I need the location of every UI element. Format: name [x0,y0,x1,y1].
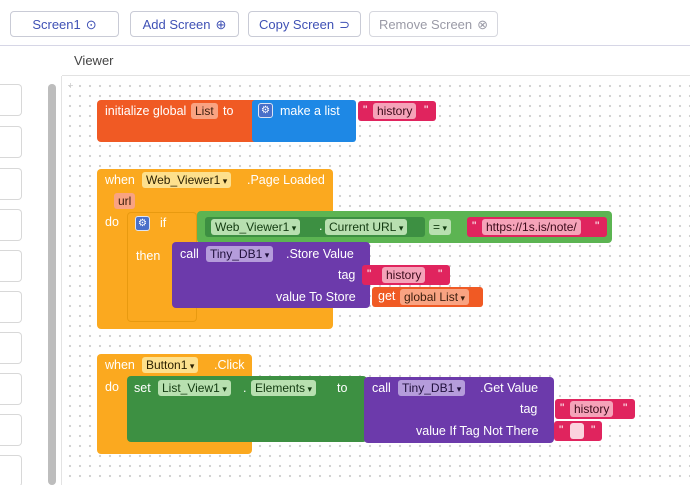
button-component-dropdown[interactable]: Button1 [142,357,199,373]
chevron-down-circle-icon: ⊙ [85,16,97,32]
remove-screen-button[interactable]: Remove Screen ⊗ [369,11,498,37]
quote-open-icon: " [472,219,477,233]
event-component-dropdown[interactable]: Web_Viewer1 [142,172,232,188]
copy-screen-button[interactable]: Copy Screen ⊃ [248,11,361,37]
quote-open-icon: " [367,267,372,281]
db-component-dropdown[interactable]: Tiny_DB1 [206,246,274,262]
url-component-dropdown[interactable]: Web_Viewer1 [211,219,301,235]
db-component-dropdown[interactable]: Tiny_DB1 [398,380,466,396]
viewer-header: Viewer [62,46,690,76]
empty-text-value[interactable] [570,423,584,439]
store-value-block[interactable]: call Tiny_DB1 .Store Value tag value To … [172,242,370,308]
tag-text-value[interactable]: history [570,401,614,417]
global-var-name-field[interactable]: List [191,103,218,119]
plus-circle-icon: ⊕ [215,16,227,32]
panel-item[interactable] [0,455,22,485]
do-label: do [105,215,119,229]
scrollbar-thumb[interactable] [48,84,56,485]
operator-dropdown[interactable]: = [429,219,452,235]
when-label: when [105,358,135,372]
panel-item[interactable] [0,168,22,200]
call-label: call [372,381,391,395]
quote-close-icon: " [591,423,596,437]
event-name-label: .Page Loaded [247,173,325,187]
elements-property-dropdown[interactable]: Elements [251,380,317,396]
quote-close-icon: " [623,401,628,415]
screen-select-label: Screen1 [32,16,81,32]
quote-open-icon: " [559,423,564,437]
close-circle-icon: ⊗ [477,16,489,32]
quote-close-icon: " [424,103,429,117]
tag-label: tag [338,268,356,282]
if-label: if [160,216,167,230]
empty-text-block[interactable]: " " [554,421,602,441]
get-value-method-label: .Get Value [480,381,539,395]
click-event-label: .Click [214,358,245,372]
make-a-list-block[interactable]: ⚙ make a list [252,100,356,142]
gear-icon[interactable]: ⚙ [258,103,273,118]
copy-icon: ⊃ [339,16,351,32]
panel-item[interactable] [0,332,22,364]
url-text-value[interactable]: https://1s.is/note/ [482,219,581,235]
add-screen-button[interactable]: Add Screen ⊕ [130,11,239,37]
set-property-block[interactable]: set List_View1 . Elements to [127,376,367,442]
copy-screen-label: Copy Screen [258,16,335,32]
url-property-dropdown[interactable]: Current URL [325,219,408,235]
blocks-workspace[interactable]: initialize global List to ⚙ make a list … [62,77,690,485]
param-url[interactable]: url [114,193,136,209]
url-text-block[interactable]: " https://1s.is/note/ " [467,217,607,237]
panel-item[interactable] [0,373,22,405]
text-value[interactable]: history [373,103,417,119]
tag-label: tag [520,402,538,416]
dot-label: . [243,381,247,395]
panel-item[interactable] [0,291,22,323]
listview-component-dropdown[interactable]: List_View1 [158,380,231,396]
quote-open-icon: " [560,401,565,415]
do-label: do [105,380,119,394]
text-block[interactable]: " history " [358,101,436,121]
dot-label: . [319,219,323,233]
store-method-label: .Store Value [286,247,354,261]
toolbar: Screen1 ⊙ Add Screen ⊕ Copy Screen ⊃ Rem… [0,0,690,46]
panel-item[interactable] [0,126,22,158]
value-to-store-label: value To Store [276,290,356,304]
quote-close-icon: " [595,219,600,233]
panel-item[interactable] [0,414,22,446]
set-label: set [134,381,151,395]
panel-item[interactable] [0,84,22,116]
init-to-label: to [223,104,234,118]
set-to-label: to [337,381,348,395]
get-label: get [378,289,396,303]
panel-item[interactable] [0,250,22,282]
remove-screen-label: Remove Screen [378,16,473,32]
add-screen-label: Add Screen [142,16,211,32]
when-label: when [105,173,135,187]
then-label: then [136,249,161,263]
gear-icon[interactable]: ⚙ [135,216,150,231]
tag-text-block[interactable]: " history " [362,265,450,285]
value-if-not-there-label: value If Tag Not There [416,424,539,438]
panel-item[interactable] [0,209,22,241]
get-current-url-block[interactable]: Web_Viewer1 . Current URL [205,217,425,237]
get-global-block[interactable]: get global List [372,287,483,307]
quote-open-icon: " [363,103,368,117]
viewer-title: Viewer [74,53,114,68]
quote-close-icon: " [438,267,443,281]
screen-select-button[interactable]: Screen1 ⊙ [10,11,119,37]
get-value-block[interactable]: call Tiny_DB1 .Get Value tag value If Ta… [364,377,554,443]
call-label: call [180,247,199,261]
tag-text-value[interactable]: history [382,267,426,283]
vertical-scrollbar[interactable] [48,84,56,485]
tag-text-block[interactable]: " history " [555,399,635,419]
make-a-list-label: make a list [280,104,340,118]
get-var-dropdown[interactable]: global List [400,289,470,305]
initialize-global-label: initialize global [105,104,187,118]
